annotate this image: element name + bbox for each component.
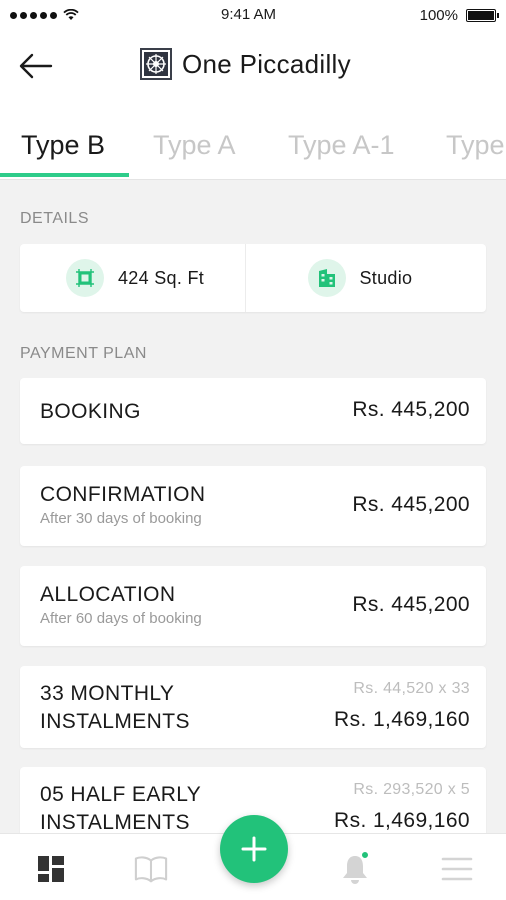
nav-dashboard[interactable]: [34, 852, 68, 886]
payment-item-name-line1: 05 HALF EARLY: [40, 783, 202, 806]
payment-item-booking[interactable]: BOOKING Rs. 445,200: [20, 378, 486, 444]
tab-type-a-1[interactable]: Type A-1: [288, 130, 395, 161]
nav-menu[interactable]: [440, 852, 474, 886]
nav-book[interactable]: [134, 852, 168, 886]
payment-item-confirmation[interactable]: CONFIRMATION After 30 days of booking Rs…: [20, 466, 486, 546]
status-bar: 9:41 AM 100%: [0, 0, 506, 30]
signal-group: [10, 9, 79, 21]
payment-item-allocation[interactable]: ALLOCATION After 60 days of booking Rs. …: [20, 566, 486, 646]
page-title: One Piccadilly: [182, 48, 351, 79]
status-right: 100%: [419, 6, 499, 24]
title-group: One Piccadilly: [140, 48, 351, 80]
unit-type-detail: Studio: [244, 244, 487, 312]
payment-item-amount: Rs. 445,200: [352, 398, 470, 421]
payment-item-amount: Rs. 445,200: [352, 593, 470, 616]
payment-item-name: CONFIRMATION: [40, 483, 206, 506]
arrow-left-icon: [19, 53, 53, 79]
project-logo-icon: [140, 48, 172, 80]
tab-type-b[interactable]: Type B: [21, 130, 105, 161]
payment-item-amount: Rs. 1,469,160: [334, 809, 470, 832]
dashboard-icon: [38, 856, 64, 882]
menu-icon: [441, 857, 473, 881]
unit-type-value: Studio: [359, 267, 413, 288]
payment-item-amount: Rs. 1,469,160: [334, 708, 470, 731]
nav-notifications[interactable]: [338, 850, 372, 886]
area-value: 424 Sq. Ft: [118, 267, 205, 288]
plus-icon: [241, 836, 267, 862]
details-card: 424 Sq. Ft Studio: [20, 244, 486, 312]
payment-item-calculation: Rs. 293,520 x 5: [353, 781, 470, 798]
area-icon: [76, 269, 94, 287]
payment-item-monthly-instalments[interactable]: 33 MONTHLY INSTALMENTS Rs. 44,520 x 33 R…: [20, 666, 486, 748]
book-icon: [134, 856, 168, 883]
payment-plan-section-label: PAYMENT PLAN: [20, 345, 147, 362]
payment-item-name: BOOKING: [40, 400, 141, 423]
add-fab-button[interactable]: [220, 815, 288, 883]
area-icon-badge: [66, 259, 104, 297]
wifi-icon: [63, 9, 79, 20]
battery-icon: [466, 8, 499, 22]
payment-item-name-line1: 33 MONTHLY: [40, 682, 175, 705]
payment-item-amount: Rs. 445,200: [352, 493, 470, 516]
status-time: 9:41 AM: [221, 6, 277, 23]
tab-type-a[interactable]: Type A: [153, 130, 236, 161]
area-detail: 424 Sq. Ft: [20, 244, 245, 312]
payment-item-subtitle: After 60 days of booking: [40, 610, 202, 627]
signal-icon: [10, 11, 57, 19]
active-tab-indicator: [0, 173, 129, 177]
payment-item-calculation: Rs. 44,520 x 33: [353, 680, 470, 697]
building-icon: [318, 269, 335, 287]
payment-item-name: ALLOCATION: [40, 583, 176, 606]
back-button[interactable]: [18, 50, 54, 82]
notification-dot: [360, 850, 370, 860]
building-icon-badge: [307, 259, 346, 297]
battery-percent: 100%: [419, 6, 458, 24]
payment-item-subtitle: After 30 days of booking: [40, 510, 202, 527]
header: One Piccadilly: [0, 30, 506, 102]
payment-item-name-line2: INSTALMENTS: [40, 811, 190, 834]
payment-item-name-line2: INSTALMENTS: [40, 710, 190, 733]
tab-type-partial[interactable]: Type: [446, 130, 505, 161]
unit-type-tabs: Type B Type A Type A-1 Type: [0, 102, 506, 180]
details-section-label: DETAILS: [20, 210, 89, 227]
